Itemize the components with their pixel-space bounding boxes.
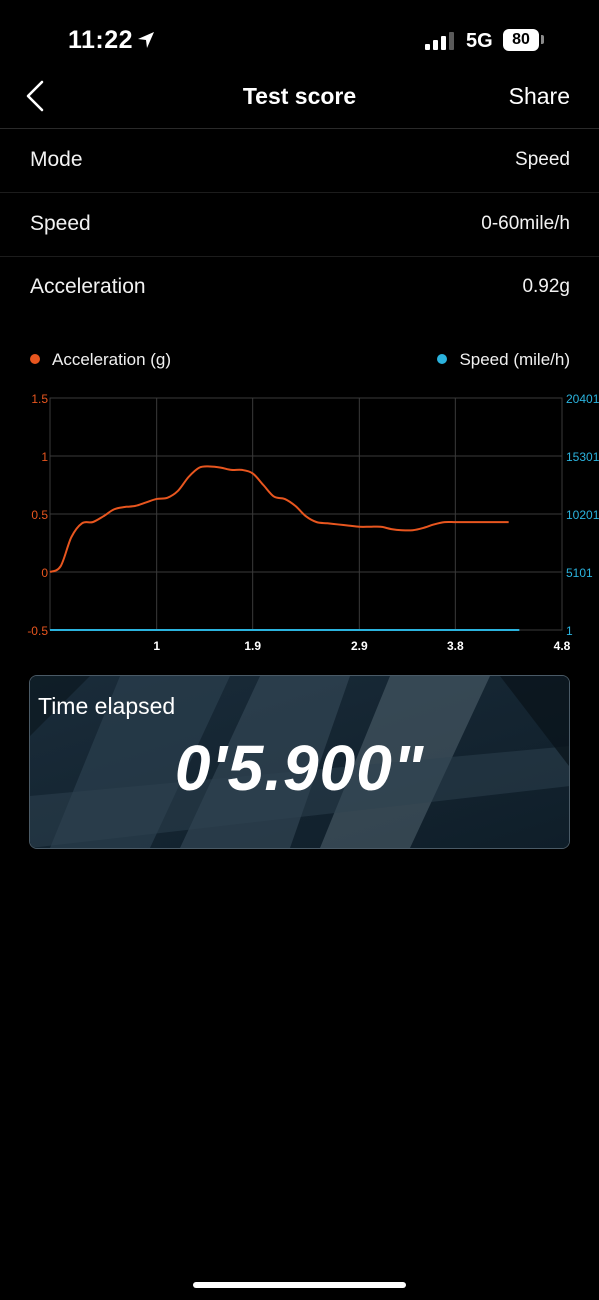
legend-speed-label: Speed (mile/h) [459,350,570,369]
y-right-tick-label: 5101 [566,566,593,580]
nav-bar: Test score Share [0,64,599,129]
y-left-tick-label: 0.5 [31,508,48,522]
time-elapsed-label: Time elapsed [38,693,176,719]
acceleration-value: 0.92g [522,276,570,297]
y-right-tick-label: 20401 [566,392,599,406]
time-elapsed-value: 0'5.900" [174,732,425,804]
y-right-tick-label: 1 [566,624,573,638]
legend-acceleration: Acceleration (g) [30,350,171,374]
legend-speed-dot [437,354,448,364]
location-arrow-icon [138,32,154,48]
legend-speed: Speed (mile/h) [437,350,570,374]
legend-acceleration-label: Acceleration (g) [52,350,172,369]
acceleration-row: Acceleration 0.92g [0,256,599,319]
speed-value: 0-60mile/h [481,213,570,234]
acceleration-label: Acceleration [30,275,146,298]
acceleration-series-line [49,465,509,573]
share-button[interactable]: Share [509,83,570,110]
x-tick-label: 1.9 [244,639,261,653]
speed-row: Speed 0-60mile/h [0,193,599,257]
x-tick-label: 2.9 [351,639,368,653]
battery-tip [541,35,544,44]
cellular-signal-icon [425,32,454,50]
y-left-tick-label: 1 [41,450,48,464]
y-right-tick-label: 15301 [566,450,599,464]
chart-svg: 1.5 1 0.5 0 -0.5 20401 15301 10201 5101 1 1 1.9 2.9 3… [27,392,599,653]
back-button[interactable] [20,78,56,114]
home-indicator [193,1282,406,1288]
mode-value: Speed [515,149,570,170]
status-time: 11:22 [68,26,134,54]
battery-icon: 80 [503,29,539,51]
mode-label: Mode [30,148,83,171]
acceleration-speed-chart: 1.5 1 0.5 0 -0.5 20401 15301 10201 5101 1 1 1.9 2.9 3… [0,380,599,660]
y-left-tick-label: -0.5 [27,624,48,638]
y-right-tick-label: 10201 [566,508,599,522]
network-type: 5G [466,30,493,52]
mode-row: Mode Speed [0,129,599,193]
x-tick-label: 3.8 [447,639,464,653]
x-tick-label: 1 [153,639,160,653]
y-left-tick-label: 0 [41,566,48,580]
time-elapsed-card: Time elapsed 0'5.900" [29,675,570,849]
y-left-tick-label: 1.5 [31,392,48,406]
speed-label: Speed [30,212,91,235]
x-tick-label: 4.8 [554,639,571,653]
legend-acceleration-dot [30,354,40,364]
